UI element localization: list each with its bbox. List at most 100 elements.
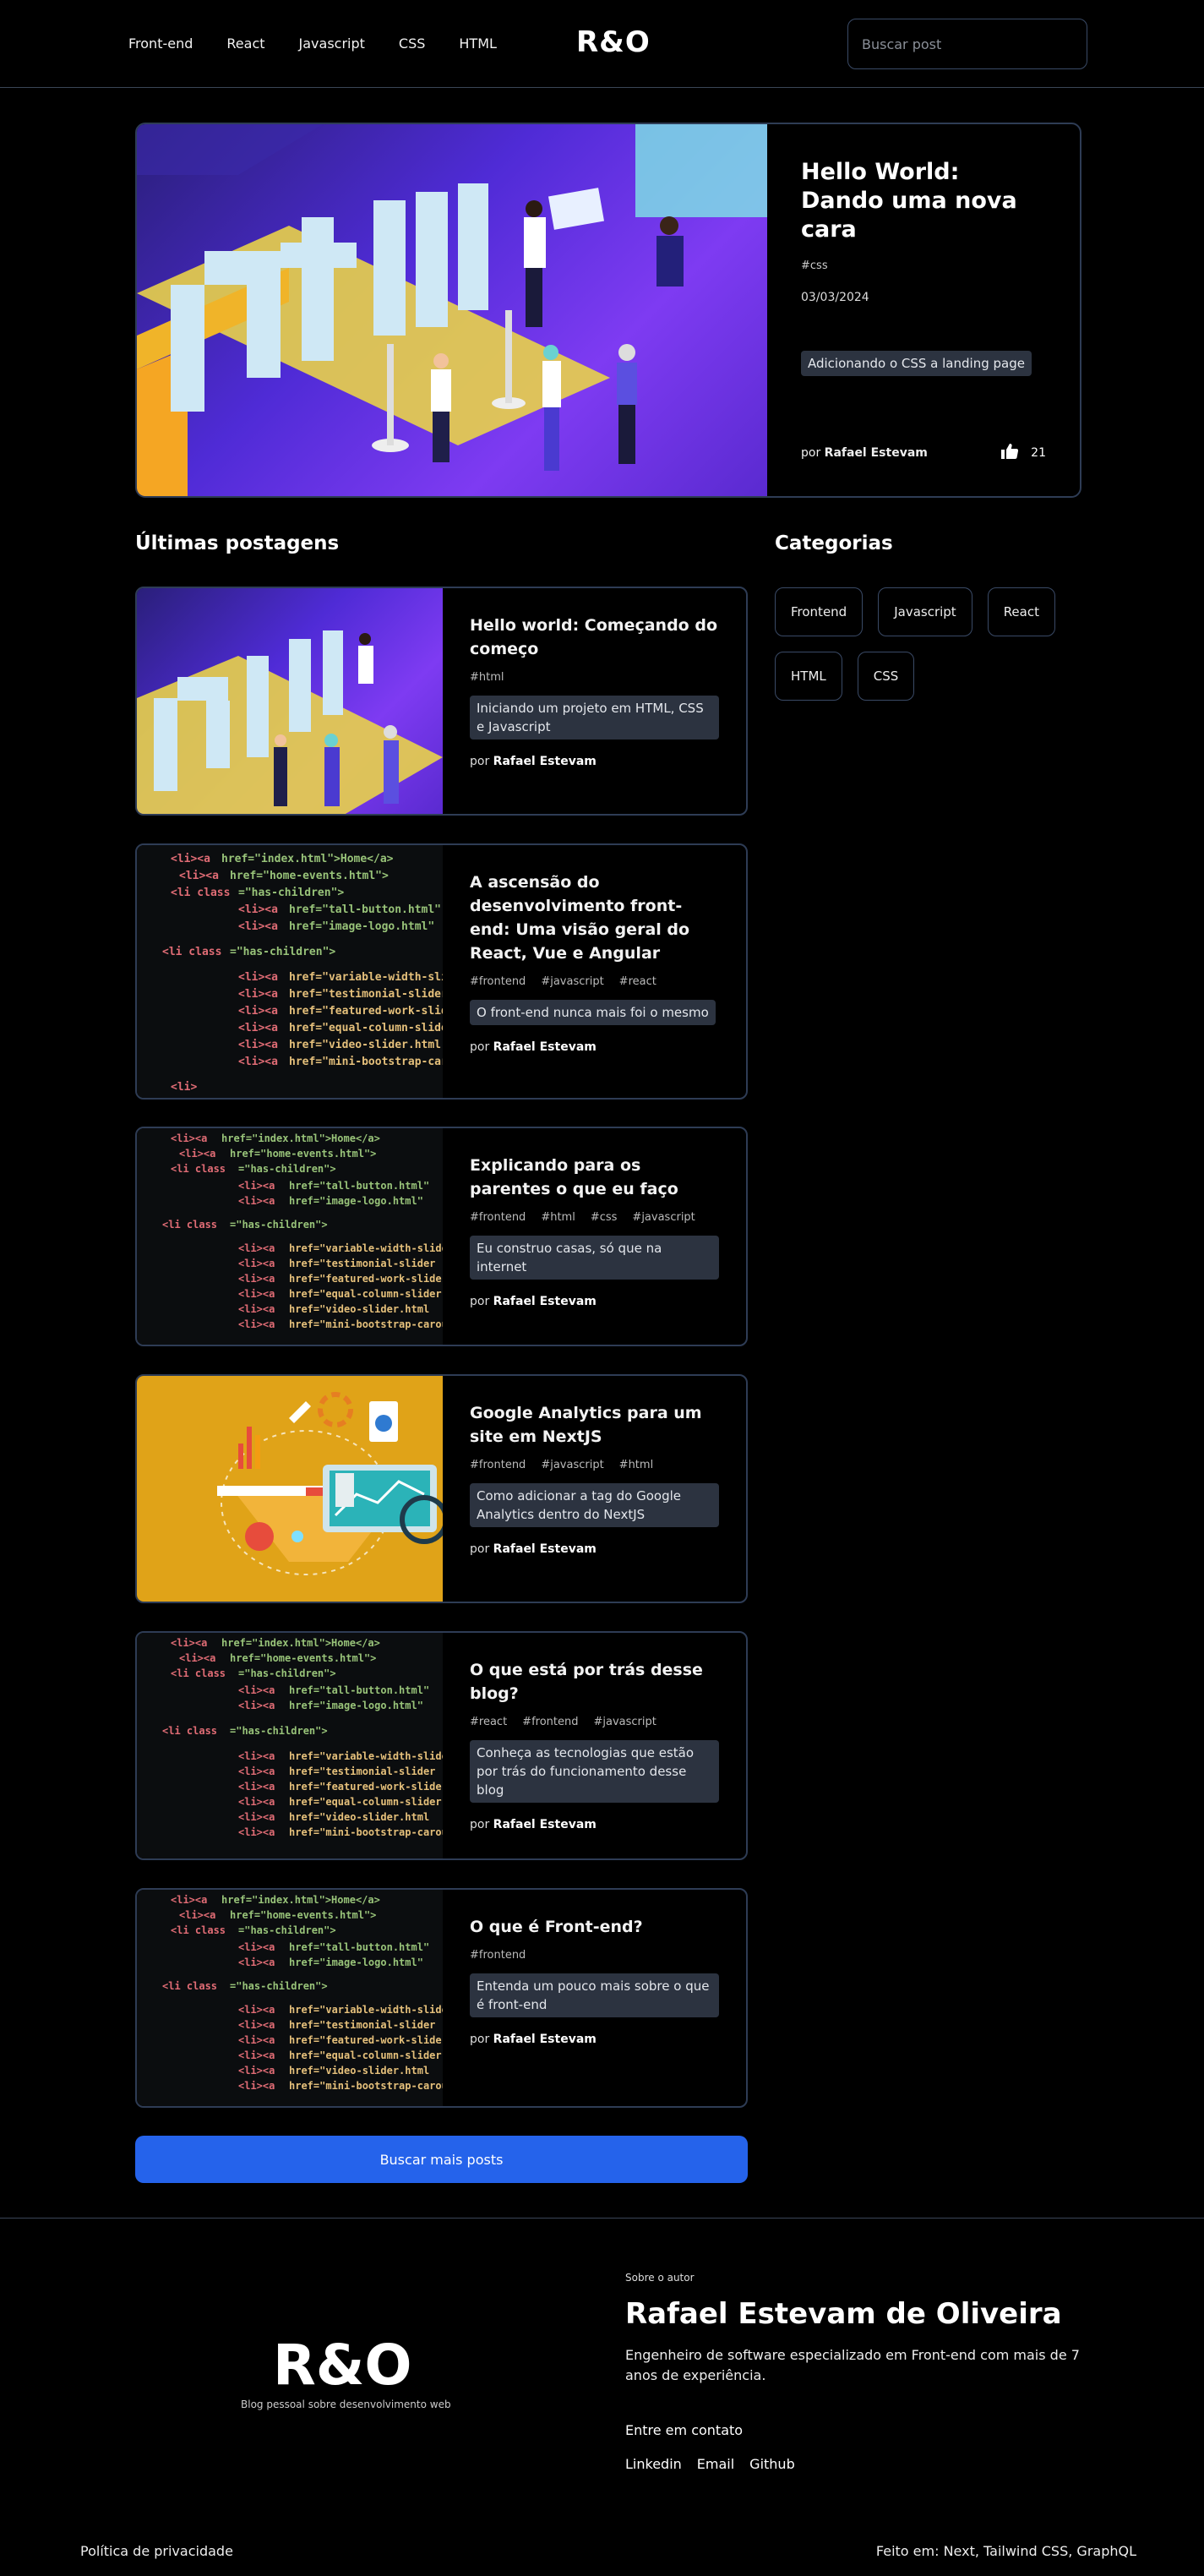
svg-text:href="home-events.html">: href="home-events.html"> bbox=[230, 870, 389, 882]
post-tag[interactable]: #javascript bbox=[541, 1459, 603, 1471]
post-tag[interactable]: #react bbox=[619, 975, 656, 988]
svg-text:<li><a: <li><a bbox=[238, 1826, 275, 1838]
featured-post-tag[interactable]: #css bbox=[801, 259, 1046, 272]
svg-text:href="variable-width-slider: href="variable-width-slider bbox=[289, 1750, 443, 1762]
post-tag[interactable]: #html bbox=[619, 1459, 654, 1471]
svg-text:href="featured-work-slider: href="featured-work-slider bbox=[289, 1005, 443, 1018]
nav-link-html[interactable]: HTML bbox=[459, 34, 497, 54]
svg-text:="has-children">: ="has-children"> bbox=[238, 1163, 336, 1175]
svg-text:<li><a: <li><a bbox=[171, 853, 210, 865]
post-title[interactable]: O que está por trás desse blog? bbox=[470, 1658, 719, 1706]
post-author: por Rafael Estevam bbox=[470, 1542, 719, 1556]
post-tag[interactable]: #html bbox=[470, 671, 504, 684]
post-tag[interactable]: #javascript bbox=[593, 1716, 656, 1728]
nav-link-frontend[interactable]: Front-end bbox=[128, 34, 193, 54]
svg-text:<li><a: <li><a bbox=[238, 971, 278, 984]
author-name: Rafael Estevam bbox=[493, 1818, 597, 1831]
svg-text:<li class: <li class bbox=[162, 1725, 217, 1737]
nav-link-react[interactable]: React bbox=[226, 34, 264, 54]
svg-text:<li><a: <li><a bbox=[238, 1242, 275, 1254]
svg-text:href="variable-width-slider: href="variable-width-slider bbox=[289, 1242, 443, 1254]
load-more-button[interactable]: Buscar mais posts bbox=[135, 2136, 748, 2183]
category-frontend[interactable]: Frontend bbox=[775, 587, 864, 636]
nav-link-css[interactable]: CSS bbox=[399, 34, 425, 54]
analytics-illustration bbox=[217, 1392, 443, 1575]
post-excerpt-wrap: Conheça as tecnologias que estão por trá… bbox=[470, 1740, 719, 1803]
post-author: por Rafael Estevam bbox=[470, 1818, 719, 1831]
featured-post-date: 03/03/2024 bbox=[801, 291, 869, 304]
svg-text:href="video-slider.html: href="video-slider.html bbox=[289, 1811, 429, 1823]
post-card[interactable]: <li><a href="index.html">Home</a> <li><a h… bbox=[135, 1888, 748, 2108]
post-tag[interactable]: #frontend bbox=[470, 1949, 526, 1962]
category-css[interactable]: CSS bbox=[857, 652, 915, 701]
post-excerpt-wrap: Iniciando um projeto em HTML, CSS e Java… bbox=[470, 696, 719, 740]
post-image: <li><a href="index.html">Home</a> <li><a h… bbox=[137, 845, 443, 1098]
github-link[interactable]: Github bbox=[749, 2456, 795, 2472]
author-full-name: Rafael Estevam de Oliveira bbox=[625, 2297, 1062, 2331]
svg-text:<li><a: <li><a bbox=[238, 1258, 275, 1269]
svg-text:href="featured-work-slider: href="featured-work-slider bbox=[289, 1781, 443, 1793]
post-card[interactable]: <li><a href="index.html">Home</a> <li><a h… bbox=[135, 843, 748, 1100]
post-tag[interactable]: #frontend bbox=[470, 1211, 526, 1224]
svg-text:<li><a: <li><a bbox=[238, 1288, 275, 1300]
post-tags: #frontend bbox=[470, 1949, 719, 1962]
linkedin-link[interactable]: Linkedin bbox=[625, 2456, 682, 2472]
nav-link-javascript[interactable]: Javascript bbox=[299, 34, 365, 54]
svg-text:<li><a: <li><a bbox=[238, 1273, 275, 1285]
svg-text:href="mini-bootstrap-carousel: href="mini-bootstrap-carousel bbox=[289, 2080, 443, 2092]
post-title[interactable]: Google Analytics para um site em NextJS bbox=[470, 1401, 719, 1449]
svg-text:<li class: <li class bbox=[171, 1924, 226, 1936]
svg-text:href="featured-work-slider: href="featured-work-slider bbox=[289, 1273, 443, 1285]
footer-logo[interactable]: R&O bbox=[273, 2333, 411, 2398]
svg-text:<li class: <li class bbox=[162, 1980, 217, 1992]
svg-text:href="equal-column-slider: href="equal-column-slider bbox=[289, 2049, 442, 2061]
author-prefix: por bbox=[470, 1818, 490, 1831]
thumbs-up-icon[interactable] bbox=[1000, 443, 1019, 463]
post-tag[interactable]: #frontend bbox=[470, 975, 526, 988]
post-tags: #frontend #javascript #html bbox=[470, 1459, 719, 1471]
svg-text:<li><a: <li><a bbox=[238, 1318, 275, 1330]
author-prefix: por bbox=[470, 2033, 490, 2046]
post-tag[interactable]: #javascript bbox=[541, 975, 603, 988]
post-title[interactable]: O que é Front-end? bbox=[470, 1915, 719, 1939]
svg-text:<li><a: <li><a bbox=[238, 1056, 278, 1068]
post-title[interactable]: A ascensão do desenvolvimento front-end:… bbox=[470, 870, 719, 965]
post-tag[interactable]: #frontend bbox=[470, 1459, 526, 1471]
svg-text:<li><a: <li><a bbox=[238, 920, 278, 933]
post-excerpt: Conheça as tecnologias que estão por trá… bbox=[470, 1740, 719, 1803]
category-html[interactable]: HTML bbox=[775, 652, 842, 701]
post-tag[interactable]: #html bbox=[541, 1211, 575, 1224]
latest-posts-title: Últimas postagens bbox=[135, 532, 340, 554]
post-card[interactable]: <li><a href="index.html">Home</a> <li><a h… bbox=[135, 1127, 748, 1346]
svg-text:<li class: <li class bbox=[162, 946, 221, 958]
post-body: O que está por trás desse blog? #react #… bbox=[443, 1633, 746, 1858]
site-header: Front-end React Javascript CSS HTML R&O bbox=[0, 0, 1204, 88]
post-tag[interactable]: #javascript bbox=[632, 1211, 695, 1224]
post-title[interactable]: Explicando para os parentes o que eu faç… bbox=[470, 1154, 719, 1201]
post-card[interactable]: Google Analytics para um site em NextJS … bbox=[135, 1374, 748, 1603]
post-excerpt-wrap: Como adicionar a tag do Google Analytics… bbox=[470, 1483, 719, 1527]
svg-text:href="tall-button.html": href="tall-button.html" bbox=[289, 1684, 429, 1696]
svg-text:<li><a: <li><a bbox=[238, 1195, 275, 1207]
post-tag[interactable]: #css bbox=[591, 1211, 618, 1224]
post-card[interactable]: <li><a href="index.html">Home</a> <li><a h… bbox=[135, 1631, 748, 1860]
like-control[interactable]: 21 bbox=[1000, 443, 1046, 463]
featured-post[interactable]: Hello World: Dando uma nova cara #css 03… bbox=[135, 123, 1081, 498]
like-count: 21 bbox=[1031, 446, 1046, 460]
post-card[interactable]: Hello world: Começando do começo #html I… bbox=[135, 587, 748, 816]
category-react[interactable]: React bbox=[987, 587, 1055, 636]
post-excerpt-wrap: Eu construo casas, só que na internet bbox=[470, 1236, 719, 1280]
featured-post-title[interactable]: Hello World: Dando uma nova cara bbox=[801, 158, 1046, 244]
email-link[interactable]: Email bbox=[697, 2456, 734, 2472]
post-tags: #frontend #html #css #javascript bbox=[470, 1211, 719, 1224]
search-input[interactable] bbox=[847, 19, 1087, 69]
svg-text:href="home-events.html">: href="home-events.html"> bbox=[230, 1652, 376, 1664]
post-excerpt: Como adicionar a tag do Google Analytics… bbox=[470, 1483, 719, 1527]
privacy-policy-link[interactable]: Política de privacidade bbox=[80, 2543, 233, 2559]
post-tag[interactable]: #react bbox=[470, 1716, 507, 1728]
code-screenshot: <li><a href="index.html">Home</a> <li><a h… bbox=[162, 1637, 443, 1838]
site-logo[interactable]: R&O bbox=[576, 25, 651, 59]
post-title[interactable]: Hello world: Começando do começo bbox=[470, 614, 719, 661]
post-tag[interactable]: #frontend bbox=[522, 1716, 578, 1728]
category-javascript[interactable]: Javascript bbox=[878, 587, 972, 636]
